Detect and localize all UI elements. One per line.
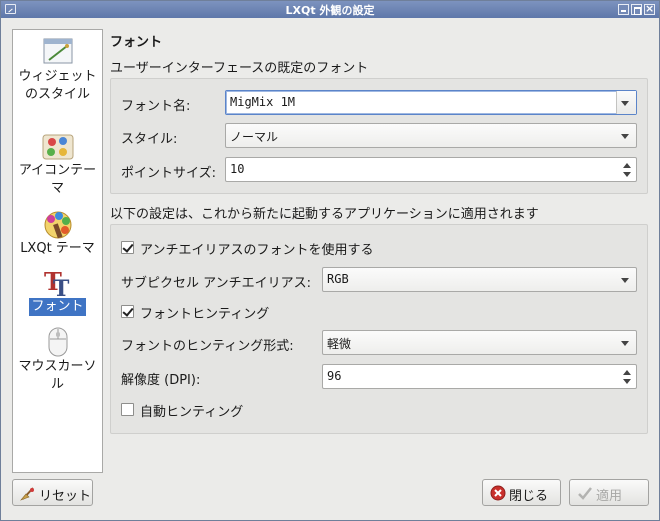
spin-up-icon[interactable] <box>623 370 631 375</box>
cancel-icon <box>490 485 506 501</box>
spin-up-icon[interactable] <box>623 163 631 168</box>
category-sidebar: ウィジェット のスタイル アイコンテー マ LXQt テーマ T T フォント … <box>12 29 103 473</box>
chevron-down-icon <box>621 101 629 106</box>
antialias-label: アンチエイリアスのフォントを使用する <box>140 243 374 258</box>
sidebar-label: アイコンテー <box>18 163 97 178</box>
reset-button[interactable]: リセット <box>12 479 93 506</box>
subpixel-value: RGB <box>327 272 349 286</box>
sidebar-label: LXQt テーマ <box>20 241 95 256</box>
settings-window: LXQt 外観の設定 ウィジェット のスタイル <box>0 0 660 521</box>
window-title: LXQt 外観の設定 <box>285 4 375 17</box>
spin-down-icon[interactable] <box>623 172 631 177</box>
checkbox-checked-icon[interactable] <box>121 241 134 254</box>
app-font-group: アンチエイリアスのフォントを使用する サブピクセル アンチエイリアス: RGB … <box>110 224 648 434</box>
widget-style-icon <box>41 36 75 68</box>
hint-style-label: フォントのヒンティング形式: <box>121 339 294 354</box>
font-name-combo[interactable]: MigMix 1M <box>225 90 637 115</box>
default-font-section-title: ユーザーインターフェースの既定のフォント <box>110 61 369 76</box>
close-button[interactable]: 閉じる <box>482 479 561 506</box>
sidebar-item-widget-style[interactable]: ウィジェット のスタイル <box>13 36 102 104</box>
close-window-button[interactable] <box>644 2 655 15</box>
default-font-group: フォント名: MigMix 1M スタイル: ノーマル ポイントサイズ: 10 <box>110 78 648 194</box>
page-title: フォント <box>110 35 163 50</box>
broom-icon <box>20 485 36 501</box>
checkbox-checked-icon[interactable] <box>121 305 134 318</box>
checkbox-unchecked-icon[interactable] <box>121 403 134 416</box>
title-bar[interactable]: LXQt 外観の設定 <box>1 1 659 18</box>
sidebar-label: マウスカーソ <box>18 359 97 374</box>
dpi-value: 96 <box>327 369 342 383</box>
subpixel-combo[interactable]: RGB <box>322 267 637 292</box>
sidebar-label: フォント <box>29 298 86 316</box>
style-label: スタイル: <box>121 132 178 147</box>
font-name-label: フォント名: <box>121 99 191 114</box>
style-value: ノーマル <box>230 130 279 144</box>
sidebar-item-font[interactable]: T T フォント <box>13 266 102 316</box>
hint-style-value: 軽微 <box>327 337 352 351</box>
sidebar-label: のスタイル <box>24 87 90 102</box>
sidebar-item-lxqt-theme[interactable]: LXQt テーマ <box>13 208 102 258</box>
sidebar-item-mouse-cursor[interactable]: マウスカーソ ル <box>13 326 102 394</box>
font-name-value: MigMix 1M <box>230 95 296 109</box>
close-label: 閉じる <box>509 489 549 504</box>
chevron-down-icon <box>621 341 629 346</box>
reset-label: リセット <box>39 489 92 504</box>
hinting-label: フォントヒンティング <box>140 307 270 322</box>
dpi-spinbox[interactable]: 96 <box>322 364 637 389</box>
lxqt-theme-icon <box>41 208 75 240</box>
checkmark-icon <box>577 485 593 501</box>
subpixel-label: サブピクセル アンチエイリアス: <box>121 276 311 291</box>
apply-label: 適用 <box>596 489 623 504</box>
hint-style-combo[interactable]: 軽微 <box>322 330 637 355</box>
icon-theme-icon <box>41 130 75 162</box>
style-combo[interactable]: ノーマル <box>225 123 637 148</box>
font-icon: T T <box>41 266 75 302</box>
svg-text:T: T <box>53 276 70 298</box>
spin-down-icon[interactable] <box>623 379 631 384</box>
apps-section-title: 以下の設定は、これから新たに起動するアプリケーションに適用されます <box>110 207 539 222</box>
point-size-spinbox[interactable]: 10 <box>225 157 637 182</box>
autohint-label: 自動ヒンティング <box>140 405 244 420</box>
sidebar-item-icon-theme[interactable]: アイコンテー マ <box>13 130 102 198</box>
mouse-cursor-icon <box>41 326 75 358</box>
sidebar-label: ウィジェット <box>18 69 97 84</box>
point-size-label: ポイントサイズ: <box>121 166 216 181</box>
dpi-label: 解像度 (DPI): <box>121 373 201 388</box>
sidebar-label: ル <box>50 377 64 392</box>
sidebar-label: マ <box>50 181 64 196</box>
chevron-down-icon <box>621 278 629 283</box>
apply-button[interactable]: 適用 <box>569 479 649 506</box>
maximize-button[interactable] <box>631 4 642 15</box>
minimize-button[interactable] <box>618 4 629 15</box>
chevron-down-icon <box>621 134 629 139</box>
point-size-value: 10 <box>230 162 245 176</box>
